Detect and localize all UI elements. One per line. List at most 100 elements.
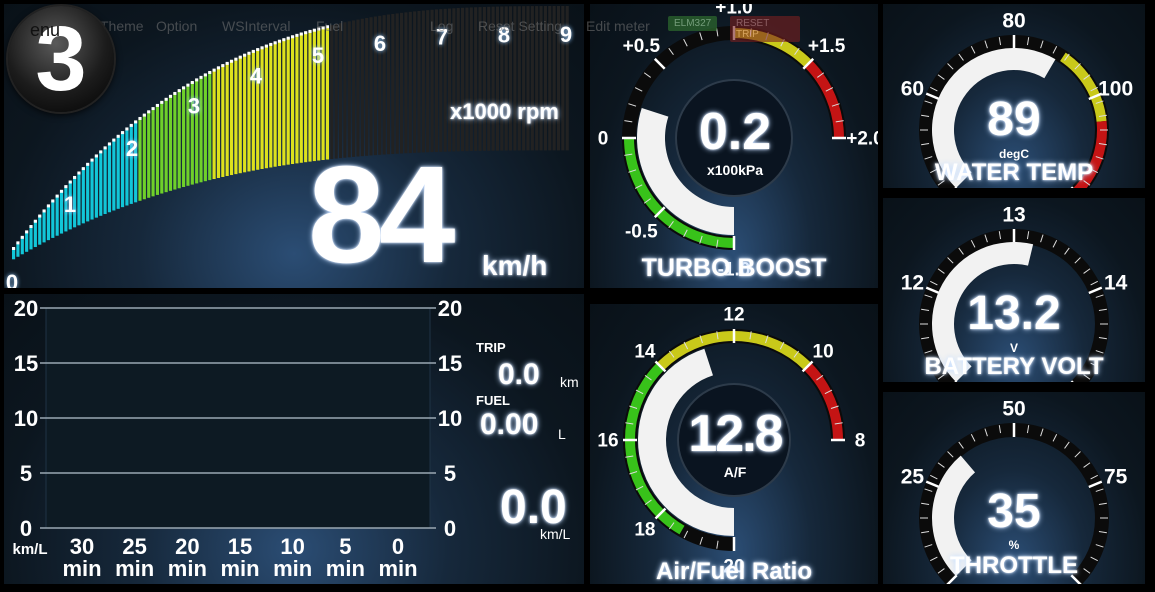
rpm-bar xyxy=(116,135,120,209)
rpm-bar xyxy=(38,215,42,245)
rpm-bar-cap xyxy=(77,171,81,175)
rpm-bar-cap xyxy=(55,194,59,198)
rpm-bar-cap xyxy=(12,247,16,250)
rpm-bar xyxy=(164,98,168,193)
air-fuel-ratio-unit: A/F xyxy=(723,464,747,480)
turbo-boost-value: 0.2 xyxy=(698,103,772,161)
x-unit-label: min xyxy=(326,556,365,581)
fuel-economy-panel: 0 0 5 5 10 10 15 15 20 20 km/L 30 min 25 min 20 min 15 min… xyxy=(4,294,584,584)
rpm-bar-cap xyxy=(59,189,64,193)
rpm-bar xyxy=(77,172,81,226)
y-tick-label-right: 10 xyxy=(438,406,462,431)
rpm-bar-cap xyxy=(155,103,159,107)
rpm-bar xyxy=(282,39,286,166)
rpm-bar-cap xyxy=(208,70,212,74)
rpm-bar-cap xyxy=(25,230,29,234)
rpm-bar-cap xyxy=(103,146,107,150)
afr-tick-label: 10 xyxy=(813,342,834,363)
battery-volt-value: 13.2 xyxy=(967,287,1061,340)
afr-tick-label: 16 xyxy=(597,431,618,452)
rpm-bar xyxy=(29,226,33,250)
rpm-bar-cap xyxy=(112,138,116,142)
rpm-bar xyxy=(120,132,125,208)
rpm-bar-cap xyxy=(86,162,90,166)
rpm-bar-cap xyxy=(16,241,20,245)
throttle-value: 35 xyxy=(987,485,1041,538)
rpm-bar xyxy=(99,151,103,216)
rpm-bar-cap xyxy=(203,73,207,77)
rpm-tick-label: 2 xyxy=(126,136,138,161)
rpm-bar-cap xyxy=(225,61,229,65)
rpm-bar xyxy=(25,231,29,252)
rpm-bar-cap xyxy=(177,89,181,93)
rpm-bar xyxy=(286,37,290,165)
rpm-bar xyxy=(199,76,203,183)
rpm-bar-cap xyxy=(116,134,120,138)
y-tick-label-left: 0 xyxy=(20,516,32,541)
fuel-unit: L xyxy=(558,426,566,442)
menu-item-option[interactable]: Option xyxy=(156,18,197,34)
rpm-bar xyxy=(112,139,116,211)
rpm-bar xyxy=(299,33,303,163)
water-temp-title: WATER TEMP xyxy=(934,159,1094,186)
rpm-bar-cap xyxy=(29,225,33,229)
rpm-bar-cap xyxy=(147,110,151,114)
rpm-bar-cap xyxy=(38,214,42,218)
y-tick-label-right: 5 xyxy=(444,461,456,486)
throttle-unit: % xyxy=(1008,538,1020,552)
rpm-bar-cap xyxy=(129,123,133,127)
rpm-bar-cap xyxy=(238,55,242,59)
battery-volt-title: BATTERY VOLT xyxy=(924,353,1104,380)
rpm-tick-label: 0 xyxy=(6,270,18,288)
menu-button[interactable]: 3 enu xyxy=(8,6,114,112)
battery-tick-label: 13 xyxy=(1002,203,1025,226)
rpm-bar xyxy=(295,34,299,164)
menu-item-fuel[interactable]: Fuel xyxy=(316,18,343,34)
rpm-bar xyxy=(243,54,247,173)
elm327-tag[interactable]: ELM327 xyxy=(668,16,718,31)
x-unit-label: min xyxy=(168,556,207,581)
rpm-bar xyxy=(107,143,112,213)
menu-item-edit-meter[interactable]: Edit meter xyxy=(586,18,650,34)
rpm-bar-cap xyxy=(125,127,129,131)
x-unit-label: min xyxy=(220,556,259,581)
rpm-bar-cap xyxy=(173,91,177,95)
battery-tick-label: 14 xyxy=(1104,271,1128,294)
rpm-bar-cap xyxy=(186,83,190,87)
rpm-bar-cap xyxy=(160,100,164,104)
rpm-bar xyxy=(142,114,146,200)
water-temp-value: 89 xyxy=(987,93,1041,146)
rpm-bar-cap xyxy=(107,142,112,146)
top-menu-bar: Theme Option WSInterval Fuel Log Reset S… xyxy=(0,0,800,52)
rpm-unit-label: x1000 rpm xyxy=(450,99,559,124)
rpm-bar xyxy=(86,163,90,222)
rpm-bar-cap xyxy=(64,185,68,189)
menu-item-log[interactable]: Log xyxy=(430,18,453,34)
rpm-bar xyxy=(103,147,107,215)
rpm-bar-cap xyxy=(99,150,103,154)
rpm-bar-cap xyxy=(221,64,225,68)
rpm-bar-cap xyxy=(142,113,146,117)
rpm-bar-cap xyxy=(199,75,203,79)
rpm-bar xyxy=(94,155,98,218)
turbo-boost-title: TURBO BOOST xyxy=(641,254,827,282)
rpm-bar xyxy=(81,168,85,224)
throttle-panel: 0255075100 35 % THROTTLE xyxy=(883,392,1145,584)
menu-item-reset-setting[interactable]: Reset Setting xyxy=(478,18,562,34)
air-fuel-ratio-panel: 20 18 16 14 12 10 8 12.8 A/F Air/Fuel Ratio xyxy=(590,304,878,584)
fuel-label: FUEL xyxy=(476,393,510,408)
rpm-bar xyxy=(269,43,273,168)
x-unit-label: min xyxy=(62,556,101,581)
throttle-tick-label: 25 xyxy=(901,465,925,488)
reset-trip-tag[interactable]: RESET TRIP xyxy=(730,16,800,42)
x-unit-label: min xyxy=(115,556,154,581)
rpm-bar-cap xyxy=(120,131,125,135)
rpm-tick-label: 3 xyxy=(188,94,200,119)
rpm-bar-cap xyxy=(46,204,51,208)
water-tick-label: 60 xyxy=(901,77,924,100)
economy-unit: km/L xyxy=(540,526,571,542)
y-tick-label-right: 15 xyxy=(438,351,462,376)
turbo-tick-label: -0.5 xyxy=(625,221,658,242)
menu-item-wsinterval[interactable]: WSInterval xyxy=(222,18,290,34)
rpm-bar xyxy=(51,200,55,238)
